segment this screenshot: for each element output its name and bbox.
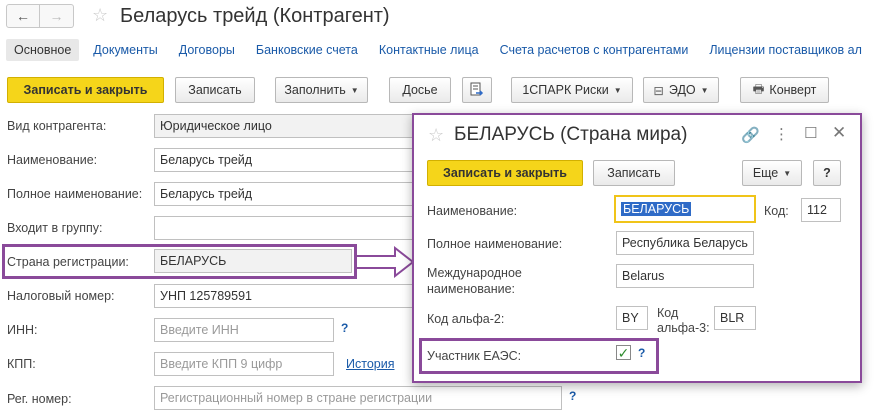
tab-settlement-accounts[interactable]: Счета расчетов с контрагентами [500, 43, 689, 57]
caret-down-icon: ▼ [700, 85, 709, 95]
tab-supplier-licenses[interactable]: Лицензии поставщиков ал [709, 43, 862, 57]
full-name-label: Полное наименование: [7, 187, 143, 201]
edo-label: ЭДО [668, 83, 696, 97]
dialog-more-button[interactable]: Еще ▼ [742, 160, 802, 186]
eaeu-checkbox[interactable]: ✓ [616, 345, 631, 360]
dialog-save-and-close-button[interactable]: Записать и закрыть [427, 160, 583, 186]
envelope-label: Конверт [769, 83, 817, 97]
dialog-title: БЕЛАРУСЬ (Страна мира) [454, 124, 688, 145]
link-icon[interactable]: 🔗 [741, 126, 760, 144]
counterparty-type-label: Вид контрагента: [7, 119, 107, 133]
group-field[interactable] [154, 216, 414, 240]
dossier-button[interactable]: Досье [389, 77, 451, 103]
tab-contacts[interactable]: Контактные лица [379, 43, 479, 57]
fill-dropdown-button[interactable]: Заполнить ▼ [275, 77, 368, 103]
name-label: Наименование: [7, 153, 98, 167]
dialog-intl-label-line2: наименование: [427, 282, 516, 296]
dialog-help-button[interactable]: ? [813, 160, 841, 186]
full-name-field[interactable]: Беларусь трейд [154, 182, 414, 206]
country-label: Страна регистрации: [7, 255, 129, 269]
dialog-favorite-star-icon[interactable]: ☆ [428, 125, 444, 146]
dialog-name-label: Наименование: [427, 204, 518, 218]
save-and-close-button[interactable]: Записать и закрыть [7, 77, 164, 103]
more-label: Еще [752, 166, 779, 180]
reg-number-label: Рег. номер: [7, 392, 72, 406]
save-button[interactable]: Записать [175, 77, 255, 103]
dialog-alpha3-field[interactable]: BLR [714, 306, 756, 330]
maximize-icon[interactable]: ☐ [804, 124, 817, 142]
dialog-full-name-field[interactable]: Республика Беларусь [616, 231, 754, 255]
history-link[interactable]: История [346, 357, 394, 371]
counterparty-type-field[interactable]: Юридическое лицо [154, 114, 414, 138]
tax-number-label: Налоговый номер: [7, 289, 115, 303]
tax-number-field[interactable]: УНП 125789591 [154, 284, 414, 308]
caret-down-icon: ▼ [613, 85, 622, 95]
checkmark-icon: ✓ [617, 344, 630, 361]
tab-bank-accounts[interactable]: Банковские счета [256, 43, 358, 57]
more-menu-icon[interactable]: ⋮ [774, 125, 789, 143]
fill-label: Заполнить [284, 83, 346, 97]
edo-button[interactable]: ⊟ ЭДО ▼ [643, 77, 719, 103]
document-exchange-button[interactable] [462, 77, 492, 103]
inn-help-icon[interactable]: ? [341, 321, 348, 335]
edo-icon: ⊟ [653, 83, 664, 98]
dialog-alpha2-field[interactable]: BY [616, 306, 648, 330]
kpp-field[interactable]: Введите КПП 9 цифр [154, 352, 334, 376]
document-arrow-icon [470, 82, 484, 96]
arrow-right-icon: → [49, 8, 64, 24]
spark-label: 1СПАРК Риски [522, 83, 609, 97]
tab-documents[interactable]: Документы [93, 43, 157, 57]
name-field[interactable]: Беларусь трейд [154, 148, 414, 172]
inn-field[interactable]: Введите ИНН [154, 318, 334, 342]
dialog-eaeu-label: Участник ЕАЭС: [427, 349, 522, 363]
inn-label: ИНН: [7, 323, 38, 337]
spark-risks-button[interactable]: 1СПАРК Риски ▼ [511, 77, 633, 103]
printer-icon: 🖶 [752, 81, 765, 96]
caret-down-icon: ▼ [350, 85, 359, 95]
close-icon[interactable]: ✕ [832, 123, 846, 143]
country-field[interactable]: БЕЛАРУСЬ [154, 249, 352, 273]
dialog-full-name-label: Полное наименование: [427, 237, 563, 251]
reg-number-field[interactable]: Регистрационный номер в стране регистрац… [154, 386, 562, 410]
pointer-arrow-icon [355, 246, 415, 278]
eaeu-help-icon[interactable]: ? [638, 346, 645, 360]
dialog-code-field[interactable]: 112 [801, 198, 841, 222]
reg-help-icon[interactable]: ? [569, 389, 576, 403]
dialog-intl-name-field[interactable]: Belarus [616, 264, 754, 288]
group-label: Входит в группу: [7, 221, 103, 235]
envelope-button[interactable]: 🖶 Конверт [740, 77, 829, 103]
caret-down-icon: ▼ [783, 168, 792, 178]
arrow-left-icon: ← [16, 8, 30, 24]
country-dialog: ☆ БЕЛАРУСЬ (Страна мира) 🔗 ⋮ ☐ ✕ Записат… [412, 113, 862, 383]
dialog-alpha2-label: Код альфа-2: [427, 312, 505, 326]
favorite-star-icon[interactable]: ☆ [92, 5, 108, 26]
tab-bar: Основное Документы Договоры Банковские с… [6, 38, 878, 62]
dialog-name-field[interactable]: БЕЛАРУСЬ [614, 195, 756, 223]
dialog-alpha3-label-line2: альфа-3: [657, 321, 710, 335]
kpp-label: КПП: [7, 357, 36, 371]
tab-main[interactable]: Основное [6, 39, 80, 61]
dialog-name-value: БЕЛАРУСЬ [621, 202, 692, 216]
dialog-intl-label-line1: Международное [427, 266, 522, 280]
back-button[interactable]: ← [6, 4, 40, 28]
tab-contracts[interactable]: Договоры [179, 43, 235, 57]
page-title: Беларусь трейд (Контрагент) [120, 5, 390, 27]
forward-button[interactable]: → [40, 4, 74, 28]
dialog-save-button[interactable]: Записать [593, 160, 675, 186]
dialog-alpha3-label-line1: Код [657, 306, 679, 320]
dialog-code-label: Код: [764, 204, 789, 218]
